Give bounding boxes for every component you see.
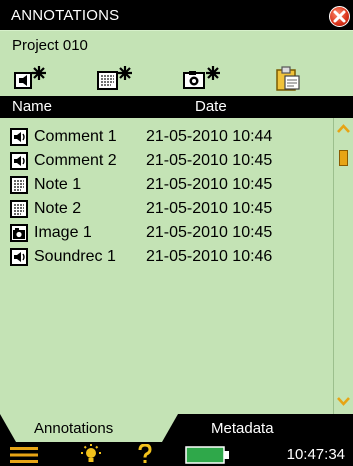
- camera-icon: [10, 224, 28, 242]
- column-header-name[interactable]: Name: [12, 98, 52, 115]
- paste-icon: [276, 66, 300, 91]
- comment-icon: [10, 248, 28, 266]
- item-name: Comment 1: [34, 128, 117, 145]
- note-icon: [10, 200, 28, 218]
- list-item[interactable]: Soundrec 1 21-05-2010 10:46: [0, 246, 333, 268]
- list-item[interactable]: Note 1 21-05-2010 10:45: [0, 174, 333, 196]
- item-name: Comment 2: [34, 152, 117, 169]
- new-comment-button[interactable]: [14, 64, 48, 92]
- list-item[interactable]: Comment 2 21-05-2010 10:45: [0, 150, 333, 172]
- lightbulb-icon[interactable]: [80, 444, 102, 464]
- item-date: 21-05-2010 10:45: [146, 152, 273, 169]
- item-name: Note 1: [34, 176, 82, 193]
- project-bar: Project 010: [0, 30, 353, 61]
- new-note-button[interactable]: [97, 64, 133, 92]
- tab-annotations[interactable]: Annotations: [0, 414, 178, 442]
- project-name: Project 010: [12, 37, 88, 54]
- item-date: 21-05-2010 10:44: [146, 128, 273, 145]
- note-icon: [10, 176, 28, 194]
- new-comment-icon: [14, 66, 46, 89]
- toolbar: [0, 60, 353, 97]
- window-title: ANNOTATIONS: [11, 7, 120, 24]
- comment-icon: [10, 128, 28, 146]
- item-name: Soundrec 1: [34, 248, 116, 265]
- item-name: Image 1: [34, 224, 92, 241]
- item-date: 21-05-2010 10:45: [146, 224, 273, 241]
- close-button[interactable]: [329, 6, 350, 27]
- new-note-icon: [97, 66, 132, 90]
- annotation-list: Comment 1 21-05-2010 10:44 Comment 2 21-…: [0, 118, 333, 414]
- item-date: 21-05-2010 10:45: [146, 176, 273, 193]
- item-date: 21-05-2010 10:46: [146, 248, 273, 265]
- new-image-icon: [183, 66, 220, 89]
- scroll-thumb[interactable]: [339, 150, 348, 166]
- tab-bar: Annotations Metadata: [0, 414, 353, 442]
- status-bar: 10:47:34: [0, 442, 353, 466]
- close-icon: [333, 10, 346, 23]
- paste-button[interactable]: [274, 64, 302, 92]
- clock: 10:47:34: [286, 446, 345, 463]
- column-header-date[interactable]: Date: [195, 98, 227, 115]
- comment-icon: [10, 152, 28, 170]
- item-date: 21-05-2010 10:45: [146, 200, 273, 217]
- battery-icon: [185, 446, 229, 464]
- new-image-button[interactable]: [183, 64, 221, 92]
- help-icon[interactable]: [138, 444, 152, 464]
- title-bar: ANNOTATIONS: [0, 0, 353, 30]
- list-item[interactable]: Note 2 21-05-2010 10:45: [0, 198, 333, 220]
- list-item[interactable]: Image 1 21-05-2010 10:45: [0, 222, 333, 244]
- scroll-up-icon[interactable]: [337, 124, 350, 134]
- list-item[interactable]: Comment 1 21-05-2010 10:44: [0, 126, 333, 148]
- tab-annotations-label: Annotations: [34, 420, 114, 437]
- list-header: Name Date: [0, 96, 353, 118]
- menu-icon[interactable]: [10, 446, 38, 464]
- item-name: Note 2: [34, 200, 82, 217]
- scrollbar[interactable]: [333, 118, 353, 414]
- scroll-down-icon[interactable]: [337, 396, 350, 406]
- tab-metadata[interactable]: Metadata: [211, 420, 274, 437]
